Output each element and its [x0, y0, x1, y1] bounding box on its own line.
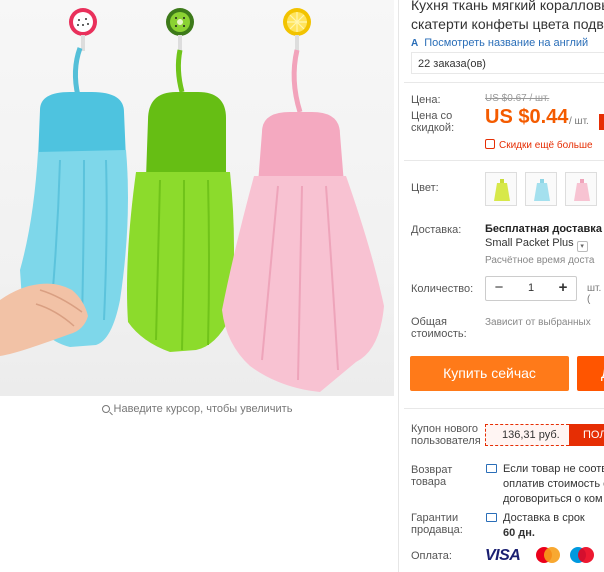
- coupon-label: Купон нового пользователя: [411, 423, 481, 447]
- returns-text-line3: договориться о ком: [503, 493, 603, 505]
- product-title-line2: скатерти конфеты цвета подве: [411, 16, 604, 32]
- total-label: Общая стоимость:: [411, 316, 467, 340]
- hook-lemon-icon: [283, 8, 311, 51]
- translate-link[interactable]: A Посмотреть название на англий: [411, 37, 588, 49]
- delivery-time: Расчётное время доста: [485, 255, 595, 266]
- visa-icon: VISA: [485, 547, 521, 564]
- payment-label: Оплата:: [411, 550, 452, 562]
- delivery-title: Бесплатная доставка: [485, 223, 602, 235]
- divider: [404, 408, 604, 409]
- column-divider: [398, 0, 399, 572]
- quantity-label: Количество:: [411, 283, 474, 295]
- total-label-line2: стоимость:: [411, 328, 467, 340]
- translate-link-text[interactable]: Посмотреть название на англий: [424, 37, 588, 49]
- translate-icon: A: [411, 38, 419, 49]
- returns-label: Возврат товара: [411, 464, 452, 488]
- zoom-hint: Наведите курсор, чтобы увеличить: [0, 403, 394, 415]
- returns-icon: [486, 464, 497, 473]
- buy-now-button[interactable]: Купить сейчас: [410, 356, 569, 391]
- magnifier-icon: [101, 405, 110, 413]
- promo-text[interactable]: Скидки ещё больше: [499, 140, 593, 151]
- quantity-unit: шт. (: [587, 283, 602, 305]
- zoom-hint-text: Наведите курсор, чтобы увеличить: [113, 403, 293, 415]
- guarantee-label-line2: продавца:: [411, 524, 463, 536]
- coupon-label-line2: пользователя: [411, 435, 481, 447]
- returns-label-line1: Возврат: [411, 464, 453, 476]
- chevron-down-icon[interactable]: ▾: [576, 241, 588, 252]
- price-label: Цена:: [411, 94, 441, 106]
- towel-pink: [222, 49, 384, 392]
- get-coupon-button[interactable]: ПОЛ: [569, 424, 604, 446]
- old-price: US $0.67 / шт.: [485, 93, 550, 104]
- promo-badge: [599, 114, 604, 130]
- discount-price-label-line1: Цена со: [411, 110, 453, 122]
- product-title: Кухня ткань мягкий коралловы скатерти ко…: [411, 0, 604, 34]
- maestro-icon: [570, 547, 594, 563]
- quantity-stepper[interactable]: − 1 +: [485, 276, 577, 301]
- discount-price: US $0.44: [485, 106, 569, 128]
- coupon-label-line1: Купон нового: [411, 423, 479, 435]
- guarantee-days: 60 дн.: [503, 527, 535, 539]
- divider: [404, 160, 604, 161]
- guarantee-label: Гарантии продавца:: [411, 512, 463, 536]
- delivery-label: Доставка:: [411, 224, 462, 236]
- returns-text-line1: Если товар не соотв: [503, 463, 604, 475]
- shipping-method-text[interactable]: Small Packet Plus: [485, 237, 574, 249]
- coupon-tag-icon: [485, 139, 495, 149]
- orders-count: 22 заказа(ов): [418, 58, 486, 70]
- divider: [404, 82, 604, 83]
- discount-price-label-line2: скидкой:: [411, 122, 455, 134]
- color-swatch-yellow-green[interactable]: [485, 172, 517, 206]
- add-to-cart-button[interactable]: Д: [577, 356, 604, 391]
- shipping-method-select[interactable]: Small Packet Plus ▾: [485, 237, 588, 252]
- returns-text: Если товар не соотв оплатив стоимость с …: [503, 462, 604, 507]
- quantity-input[interactable]: 1: [512, 277, 550, 300]
- mastercard-icon: [536, 547, 560, 563]
- returns-text-line2: оплатив стоимость с: [503, 478, 604, 490]
- guarantee-label-line1: Гарантии: [411, 512, 459, 524]
- product-title-line1: Кухня ткань мягкий коралловы: [411, 0, 604, 13]
- hook-kiwi-icon: [166, 8, 194, 51]
- color-swatch-light-blue[interactable]: [525, 172, 557, 206]
- returns-label-line2: товара: [411, 476, 447, 488]
- total-value: Зависит от выбранных: [485, 317, 591, 328]
- quantity-decrement-button[interactable]: −: [488, 277, 510, 300]
- color-swatch-pink[interactable]: [565, 172, 597, 206]
- delivery-guarantee-icon: [486, 513, 497, 522]
- color-label: Цвет:: [411, 182, 439, 194]
- towels-illustration: [0, 8, 384, 392]
- price-unit: / шт.: [569, 116, 589, 127]
- quantity-increment-button[interactable]: +: [552, 277, 574, 300]
- coupon-value: 136,31 руб.: [485, 424, 569, 446]
- guarantee-text-line1: Доставка в срок: [503, 512, 585, 524]
- guarantee-text: Доставка в срок 60 дн.: [503, 511, 585, 541]
- discount-price-label: Цена со скидкой:: [411, 110, 454, 134]
- hook-dragonfruit-icon: [69, 8, 97, 51]
- product-image[interactable]: [0, 0, 394, 396]
- towel-green: [127, 49, 234, 352]
- promo-link[interactable]: Скидки ещё больше: [485, 139, 593, 151]
- total-label-line1: Общая: [411, 316, 447, 328]
